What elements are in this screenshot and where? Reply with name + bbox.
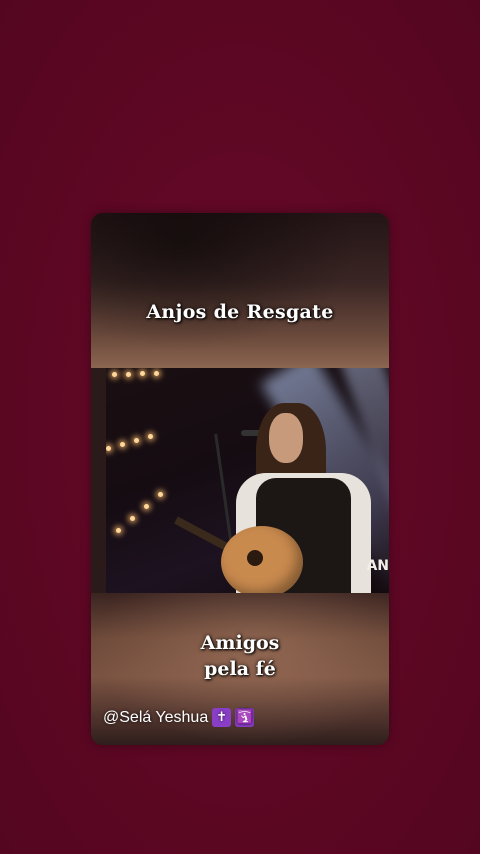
- story-title: Anjos de Resgate: [146, 301, 334, 323]
- author-handle-row[interactable]: @Selá Yeshua ✝ 🛐: [103, 708, 255, 727]
- place-of-worship-icon: 🛐: [235, 708, 255, 727]
- stage-light: [158, 492, 163, 497]
- stage-light: [120, 442, 125, 447]
- top-glow: [91, 213, 389, 368]
- author-handle[interactable]: @Selá Yeshua: [103, 709, 208, 727]
- stage-light: [144, 504, 149, 509]
- story-card[interactable]: Anjos de Resgate AN Amigos pela fé @Selá…: [91, 213, 389, 745]
- subtitle-line-2: pela fé: [204, 658, 276, 680]
- stage-light: [126, 372, 131, 377]
- stage-light: [154, 371, 159, 376]
- story-screen: Anjos de Resgate AN Amigos pela fé @Selá…: [0, 0, 480, 854]
- stage-light: [106, 446, 111, 451]
- subtitle-line-1: Amigos: [200, 632, 280, 654]
- stage-light: [112, 372, 117, 377]
- video-frame[interactable]: AN: [106, 368, 389, 593]
- performer-face: [269, 413, 303, 463]
- stage-light: [116, 528, 121, 533]
- video-watermark: AN: [366, 558, 389, 574]
- guitar-soundhole: [247, 550, 263, 566]
- stage-light: [130, 516, 135, 521]
- stage-light: [140, 371, 145, 376]
- story-subtitle: Amigos pela fé: [91, 630, 389, 682]
- cross-icon: ✝: [212, 708, 232, 727]
- stage-light: [148, 434, 153, 439]
- stage-light: [134, 438, 139, 443]
